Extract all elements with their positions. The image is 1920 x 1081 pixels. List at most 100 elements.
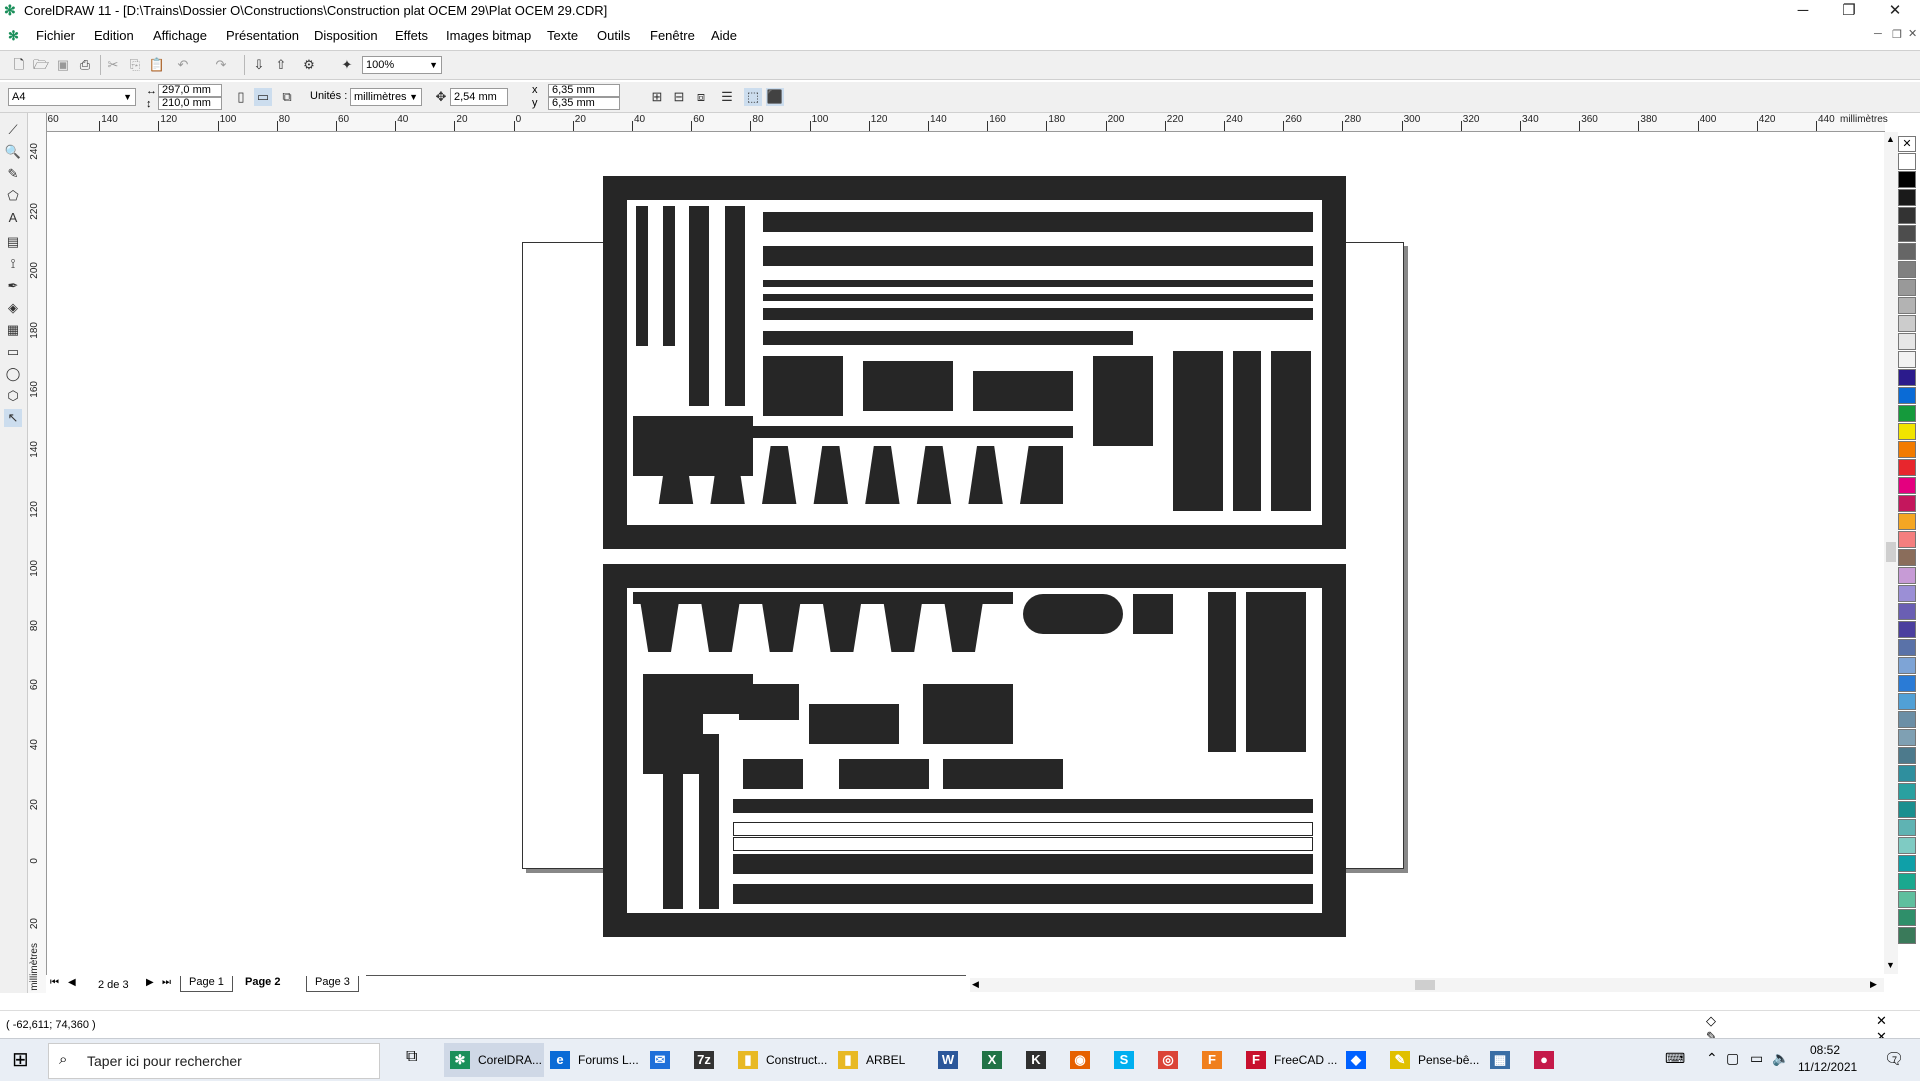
keyboard-icon[interactable]: ⌨ (1665, 1050, 1685, 1067)
color-swatch[interactable] (1898, 729, 1916, 746)
color-swatch[interactable] (1898, 585, 1916, 602)
color-swatch[interactable] (1898, 819, 1916, 836)
color-swatch[interactable] (1898, 315, 1916, 332)
eyedropper-tool-icon[interactable]: ⟟ (4, 255, 22, 273)
doc-restore-button[interactable]: ❐ (1892, 28, 1902, 41)
color-swatch[interactable] (1898, 459, 1916, 476)
ellipse-tool-icon[interactable]: ◯ (4, 365, 22, 383)
color-swatch[interactable] (1898, 549, 1916, 566)
minimize-button[interactable]: ─ (1780, 0, 1826, 22)
color-swatch[interactable] (1898, 639, 1916, 656)
redo-icon[interactable]: ↷ (212, 56, 230, 74)
rectangle-icon[interactable]: ▭ (4, 343, 22, 361)
taskbar-app[interactable]: S (1108, 1043, 1152, 1077)
color-swatch[interactable] (1898, 153, 1916, 170)
color-swatch[interactable] (1898, 873, 1916, 890)
taskbar-app[interactable]: ◆ (1340, 1043, 1384, 1077)
nudge-field[interactable]: 2,54 mm (450, 88, 508, 106)
menu-fichier[interactable]: Fichier (36, 28, 75, 43)
color-swatch[interactable] (1898, 423, 1916, 440)
snap-grid-icon[interactable]: ⊞ (648, 88, 666, 106)
color-swatch[interactable] (1898, 477, 1916, 494)
corel-online-icon[interactable]: ✦ (338, 56, 356, 74)
treat-as-filled-icon[interactable]: ⬚ (744, 88, 762, 106)
tab-page-3[interactable]: Page 3 (306, 976, 359, 992)
network-icon[interactable]: ▭ (1750, 1050, 1763, 1067)
taskbar-app[interactable]: K (1020, 1043, 1064, 1077)
color-swatch[interactable] (1898, 297, 1916, 314)
color-swatch[interactable] (1898, 909, 1916, 926)
color-swatch[interactable] (1898, 225, 1916, 242)
import-icon[interactable]: ⇩ (250, 56, 268, 74)
portrait-icon[interactable]: ▯ (232, 88, 250, 106)
tray-icon[interactable]: ▢ (1726, 1050, 1739, 1067)
menu-edition[interactable]: Edition (94, 28, 134, 43)
scroll-right-icon[interactable]: ▶ (1870, 979, 1877, 990)
duplicate-y-field[interactable]: 6,35 mm (548, 97, 620, 110)
zoom-tool-icon[interactable]: 🔍 (4, 143, 22, 161)
snap-guidelines-icon[interactable]: ⊟ (670, 88, 688, 106)
color-swatch[interactable] (1898, 333, 1916, 350)
zoom-select[interactable]: 100% ▼ (362, 56, 442, 74)
color-swatch[interactable] (1898, 801, 1916, 818)
cut-icon[interactable]: ✂ (104, 56, 122, 74)
taskbar-app[interactable]: 7z (688, 1043, 732, 1077)
taskbar-app[interactable]: F FreeCAD ... (1240, 1043, 1340, 1077)
taskbar-app[interactable]: ✉ (644, 1043, 688, 1077)
color-swatch[interactable] (1898, 891, 1916, 908)
scroll-down-icon[interactable]: ▼ (1886, 960, 1895, 970)
landscape-icon[interactable]: ▭ (254, 88, 272, 106)
taskbar-app[interactable]: ▮ ARBEL (832, 1043, 932, 1077)
undo-icon[interactable]: ↶ (174, 56, 192, 74)
color-swatch[interactable] (1898, 603, 1916, 620)
color-swatch[interactable] (1898, 351, 1916, 368)
menu-affichage[interactable]: Affichage (153, 28, 207, 43)
color-swatch[interactable] (1898, 567, 1916, 584)
new-document-icon[interactable]: 🗋 (10, 56, 28, 74)
taskbar-app[interactable]: ● (1528, 1043, 1572, 1077)
scroll-left-icon[interactable]: ◀ (972, 979, 979, 990)
color-swatch[interactable] (1898, 279, 1916, 296)
horizontal-scrollbar[interactable]: ◀ ▶ (970, 978, 1884, 992)
color-swatch[interactable] (1898, 765, 1916, 782)
color-swatch[interactable] (1898, 171, 1916, 188)
drawing-canvas[interactable] (47, 132, 1883, 974)
color-swatch[interactable] (1898, 369, 1916, 386)
windows-start-icon[interactable]: ⊞ (12, 1047, 29, 1072)
chevron-up-icon[interactable]: ⌃ (1706, 1050, 1718, 1067)
color-swatch[interactable] (1898, 783, 1916, 800)
color-swatch[interactable] (1898, 531, 1916, 548)
restore-button[interactable]: ❐ (1826, 0, 1872, 22)
close-button[interactable]: ✕ (1872, 0, 1918, 22)
vertical-scrollbar[interactable]: ▲ ▼ (1884, 132, 1898, 974)
color-swatch[interactable] (1898, 387, 1916, 404)
color-swatch[interactable] (1898, 747, 1916, 764)
doc-minimize-button[interactable]: ─ (1874, 28, 1882, 40)
color-swatch[interactable] (1898, 207, 1916, 224)
tab-page-1[interactable]: Page 1 (180, 976, 233, 992)
export-icon[interactable]: ⇧ (272, 56, 290, 74)
taskbar-app[interactable]: e Forums L... (544, 1043, 644, 1077)
menu-effets[interactable]: Effets (395, 28, 428, 43)
color-swatch[interactable] (1898, 495, 1916, 512)
outline-tool-icon[interactable]: ✒ (4, 277, 22, 295)
taskbar-app[interactable]: W (932, 1043, 976, 1077)
color-swatch[interactable] (1898, 513, 1916, 530)
horizontal-ruler[interactable]: 160 140 120 100 80 60 40 20 0 20 40 60 80 100 120 140 16… (30, 113, 1888, 132)
color-swatch[interactable] (1898, 243, 1916, 260)
taskbar-app[interactable]: ▦ (1484, 1043, 1528, 1077)
paste-icon[interactable]: 📋 (148, 56, 166, 74)
taskbar-search-box[interactable]: ⌕ Taper ici pour rechercher (48, 1043, 380, 1079)
interactive-blend-icon[interactable]: ▤ (4, 233, 22, 251)
fill-tool-icon[interactable]: ◈ (4, 299, 22, 317)
application-launcher-icon[interactable]: ⚙ (300, 56, 318, 74)
taskbar-app[interactable]: ✻ CorelDRA... (444, 1043, 544, 1077)
menu-presentation[interactable]: Présentation (226, 28, 299, 43)
duplicate-x-field[interactable]: 6,35 mm (548, 84, 620, 97)
color-swatch[interactable] (1898, 675, 1916, 692)
page-width-field[interactable]: 297,0 mm (158, 84, 222, 97)
print-icon[interactable]: ⎙ (76, 56, 94, 74)
options-icon[interactable]: ⬛ (766, 88, 784, 106)
taskbar-app[interactable]: ✎ Pense-bê... (1384, 1043, 1484, 1077)
vertical-ruler[interactable]: 240 220 200 180 160 140 120 100 80 60 40 20 0 20 milli… (28, 113, 47, 993)
